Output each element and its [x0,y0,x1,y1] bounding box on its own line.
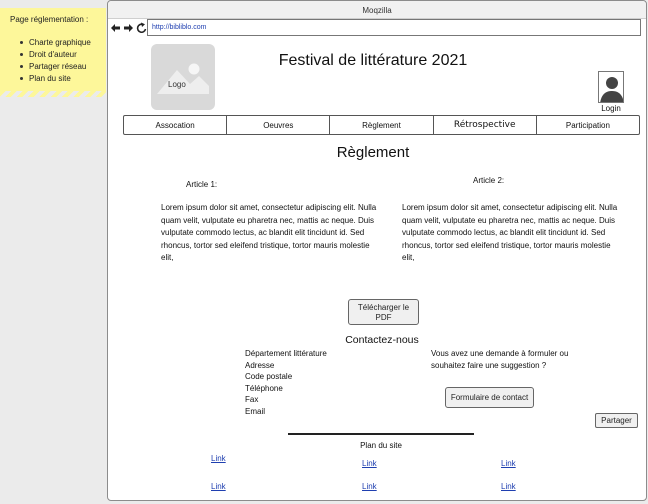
contact-fax: Fax [245,395,259,404]
tab-participation[interactable]: Participation [537,116,639,134]
article-1-body: Lorem ipsum dolor sit amet, consectetur … [161,203,377,262]
note-item-plan: Plan du site [20,73,91,85]
login-label[interactable]: Login [594,104,628,113]
download-pdf-button[interactable]: Télécharger le PDF [348,299,419,325]
site-map-title: Plan du site [360,441,402,450]
tab-association[interactable]: Assocation [124,116,228,134]
suggestion-line1: Vous avez une demande à formuler ou [431,349,569,358]
suggestion-text: Vous avez une demande à formuler ou souh… [431,348,581,372]
browser-titlebar: Moqzilla [108,1,646,19]
tab-oeuvres[interactable]: Oeuvres [227,116,331,134]
note-list: Charte graphique Droit d'auteur Partager… [20,37,91,85]
download-label-line2: PDF [375,313,392,322]
footer-divider [288,433,474,435]
contact-phone: Téléphone [245,383,283,393]
article-2-body: Lorem ipsum dolor sit amet, consectetur … [402,203,618,262]
main-nav-tabs: Assocation Oeuvres Règlement Rétrospecti… [123,115,640,135]
contact-email: Email [245,406,266,416]
nav-buttons [110,21,148,35]
forward-icon[interactable] [124,24,133,32]
page-title: Festival de littérature 2021 [278,52,468,69]
logo: Logo [151,44,215,110]
user-avatar-icon[interactable] [598,71,624,103]
footer-link[interactable]: Link [211,454,226,463]
footer-link[interactable]: Link [362,459,377,468]
browser-window: Moqzilla http://bibliblo.com Logo Festiv… [107,0,647,501]
note-item-partager: Partager réseau [20,61,91,73]
suggestion-line2: souhaitez faire une suggestion ? [431,361,547,370]
tab-reglement[interactable]: Règlement [330,116,434,134]
logo-label: Logo [168,80,186,89]
sticky-note: Page réglementation : Charte graphique D… [0,8,106,97]
contact-address: Adresse [245,360,275,370]
contact-department: Département littérature [245,349,327,358]
contact-form-button[interactable]: Formulaire de contact [445,387,534,408]
footer-link[interactable]: Link [501,459,516,468]
note-item-droit: Droit d'auteur [20,49,91,61]
browser-title: Moqzilla [362,6,392,15]
article-1-heading: Article 1: [186,180,218,189]
footer-link[interactable]: Link [362,482,377,491]
footer-link[interactable]: Link [211,482,226,491]
user-silhouette-icon [600,77,623,102]
nav-icons [111,22,147,33]
note-item-charte: Charte graphique [20,37,91,49]
note-title: Page réglementation : [10,15,89,24]
contact-title: Contactez-nous [345,334,419,346]
url-text: http://bibliblo.com [152,24,207,31]
tab-retrospective[interactable]: Rétrospective [434,116,537,134]
contact-postcode: Code postale [245,372,293,381]
download-label-line1: Télécharger le [357,303,410,312]
article-2-heading: Article 2: [473,176,505,185]
section-title: Règlement [336,144,410,161]
url-bar[interactable]: http://bibliblo.com [147,19,641,36]
contact-info-list: Département littérature Adresse Code pos… [245,348,327,417]
share-button[interactable]: Partager [595,413,638,428]
reload-icon[interactable] [136,22,147,33]
footer-link[interactable]: Link [501,482,516,491]
back-icon[interactable] [111,24,120,32]
